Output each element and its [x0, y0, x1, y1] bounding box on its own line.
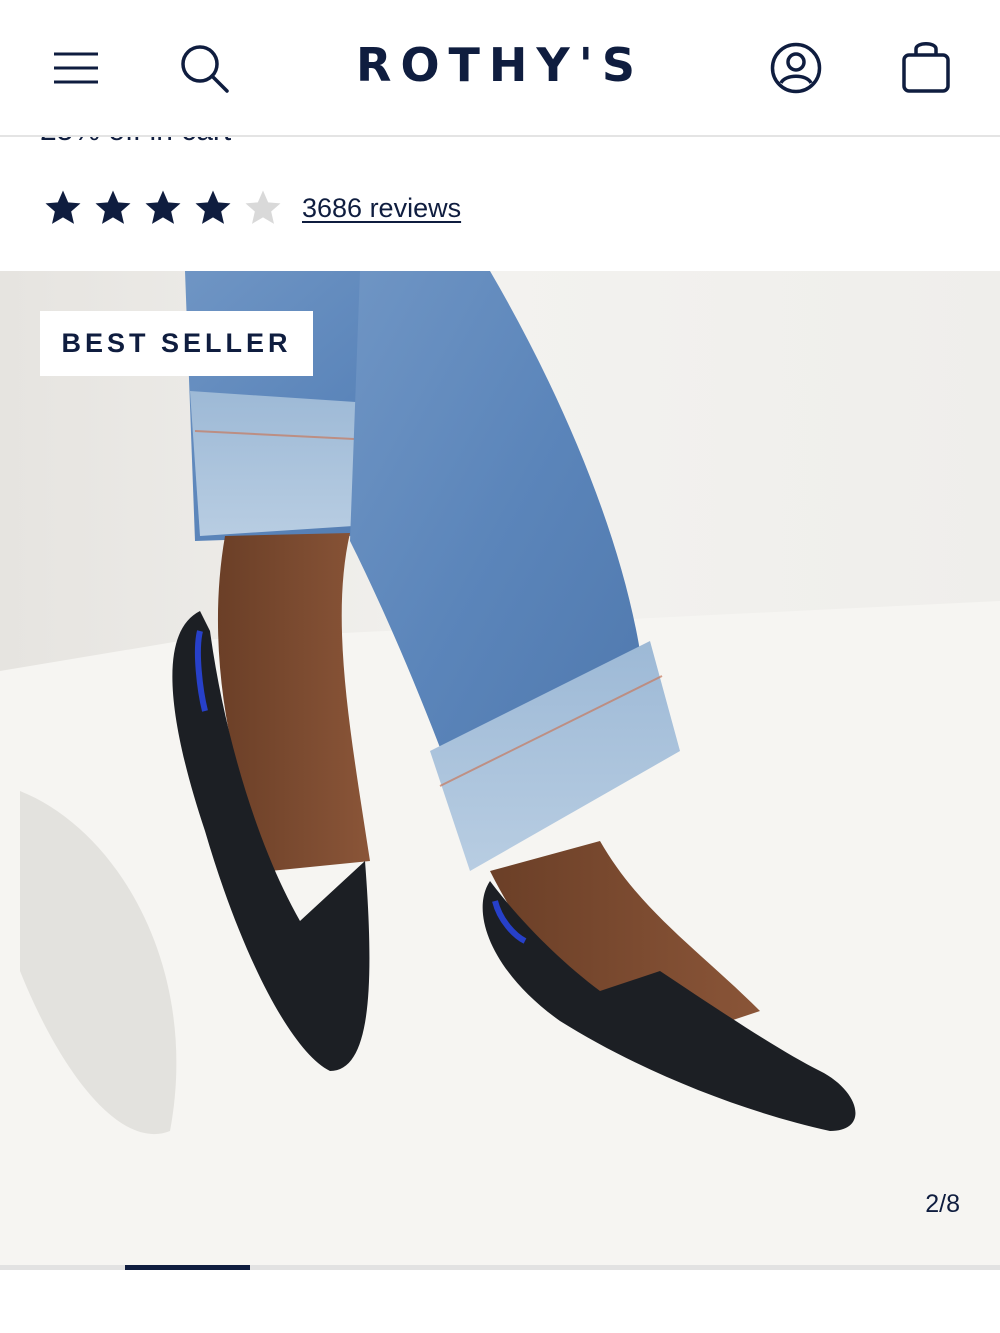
star-filled-icon	[190, 185, 236, 231]
gallery-progress-indicator	[125, 1265, 250, 1270]
account-icon	[770, 42, 822, 94]
reviews-link[interactable]: 3686 reviews	[302, 193, 461, 224]
shopping-bag-button[interactable]	[896, 34, 956, 98]
star-filled-icon	[90, 185, 136, 231]
star-empty-icon	[240, 185, 286, 231]
star-filled-icon	[40, 185, 86, 231]
account-button[interactable]	[766, 38, 826, 98]
site-header: ROTHY'S	[0, 0, 1000, 137]
product-photo	[0, 271, 1000, 1267]
product-rating: 3686 reviews	[40, 184, 461, 232]
star-filled-icon	[140, 185, 186, 231]
shopping-bag-icon	[902, 42, 950, 93]
gallery-progress-bar	[0, 1265, 1000, 1270]
best-seller-badge: BEST SELLER	[40, 311, 313, 376]
image-counter: 2/8	[925, 1190, 960, 1218]
star-rating	[40, 185, 286, 231]
brand-logo[interactable]: ROTHY'S	[0, 38, 1000, 92]
product-image-gallery[interactable]: BEST SELLER 2/8	[0, 271, 1000, 1267]
